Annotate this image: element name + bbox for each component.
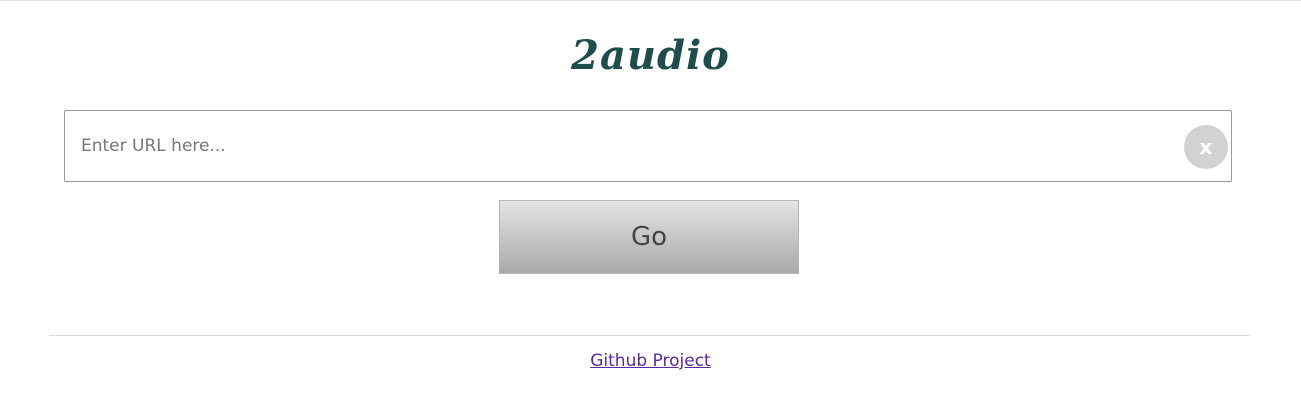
go-button[interactable]: Go [499, 200, 799, 274]
url-input[interactable] [81, 111, 1171, 181]
clear-button[interactable]: x [1184, 125, 1228, 169]
url-input-container: x [64, 110, 1232, 182]
app-logo: 2audio [571, 32, 730, 79]
top-divider [0, 0, 1301, 1]
footer: Github Project [0, 348, 1301, 374]
footer-divider [49, 335, 1250, 336]
github-project-link[interactable]: Github Project [590, 351, 710, 371]
close-icon: x [1199, 135, 1213, 159]
